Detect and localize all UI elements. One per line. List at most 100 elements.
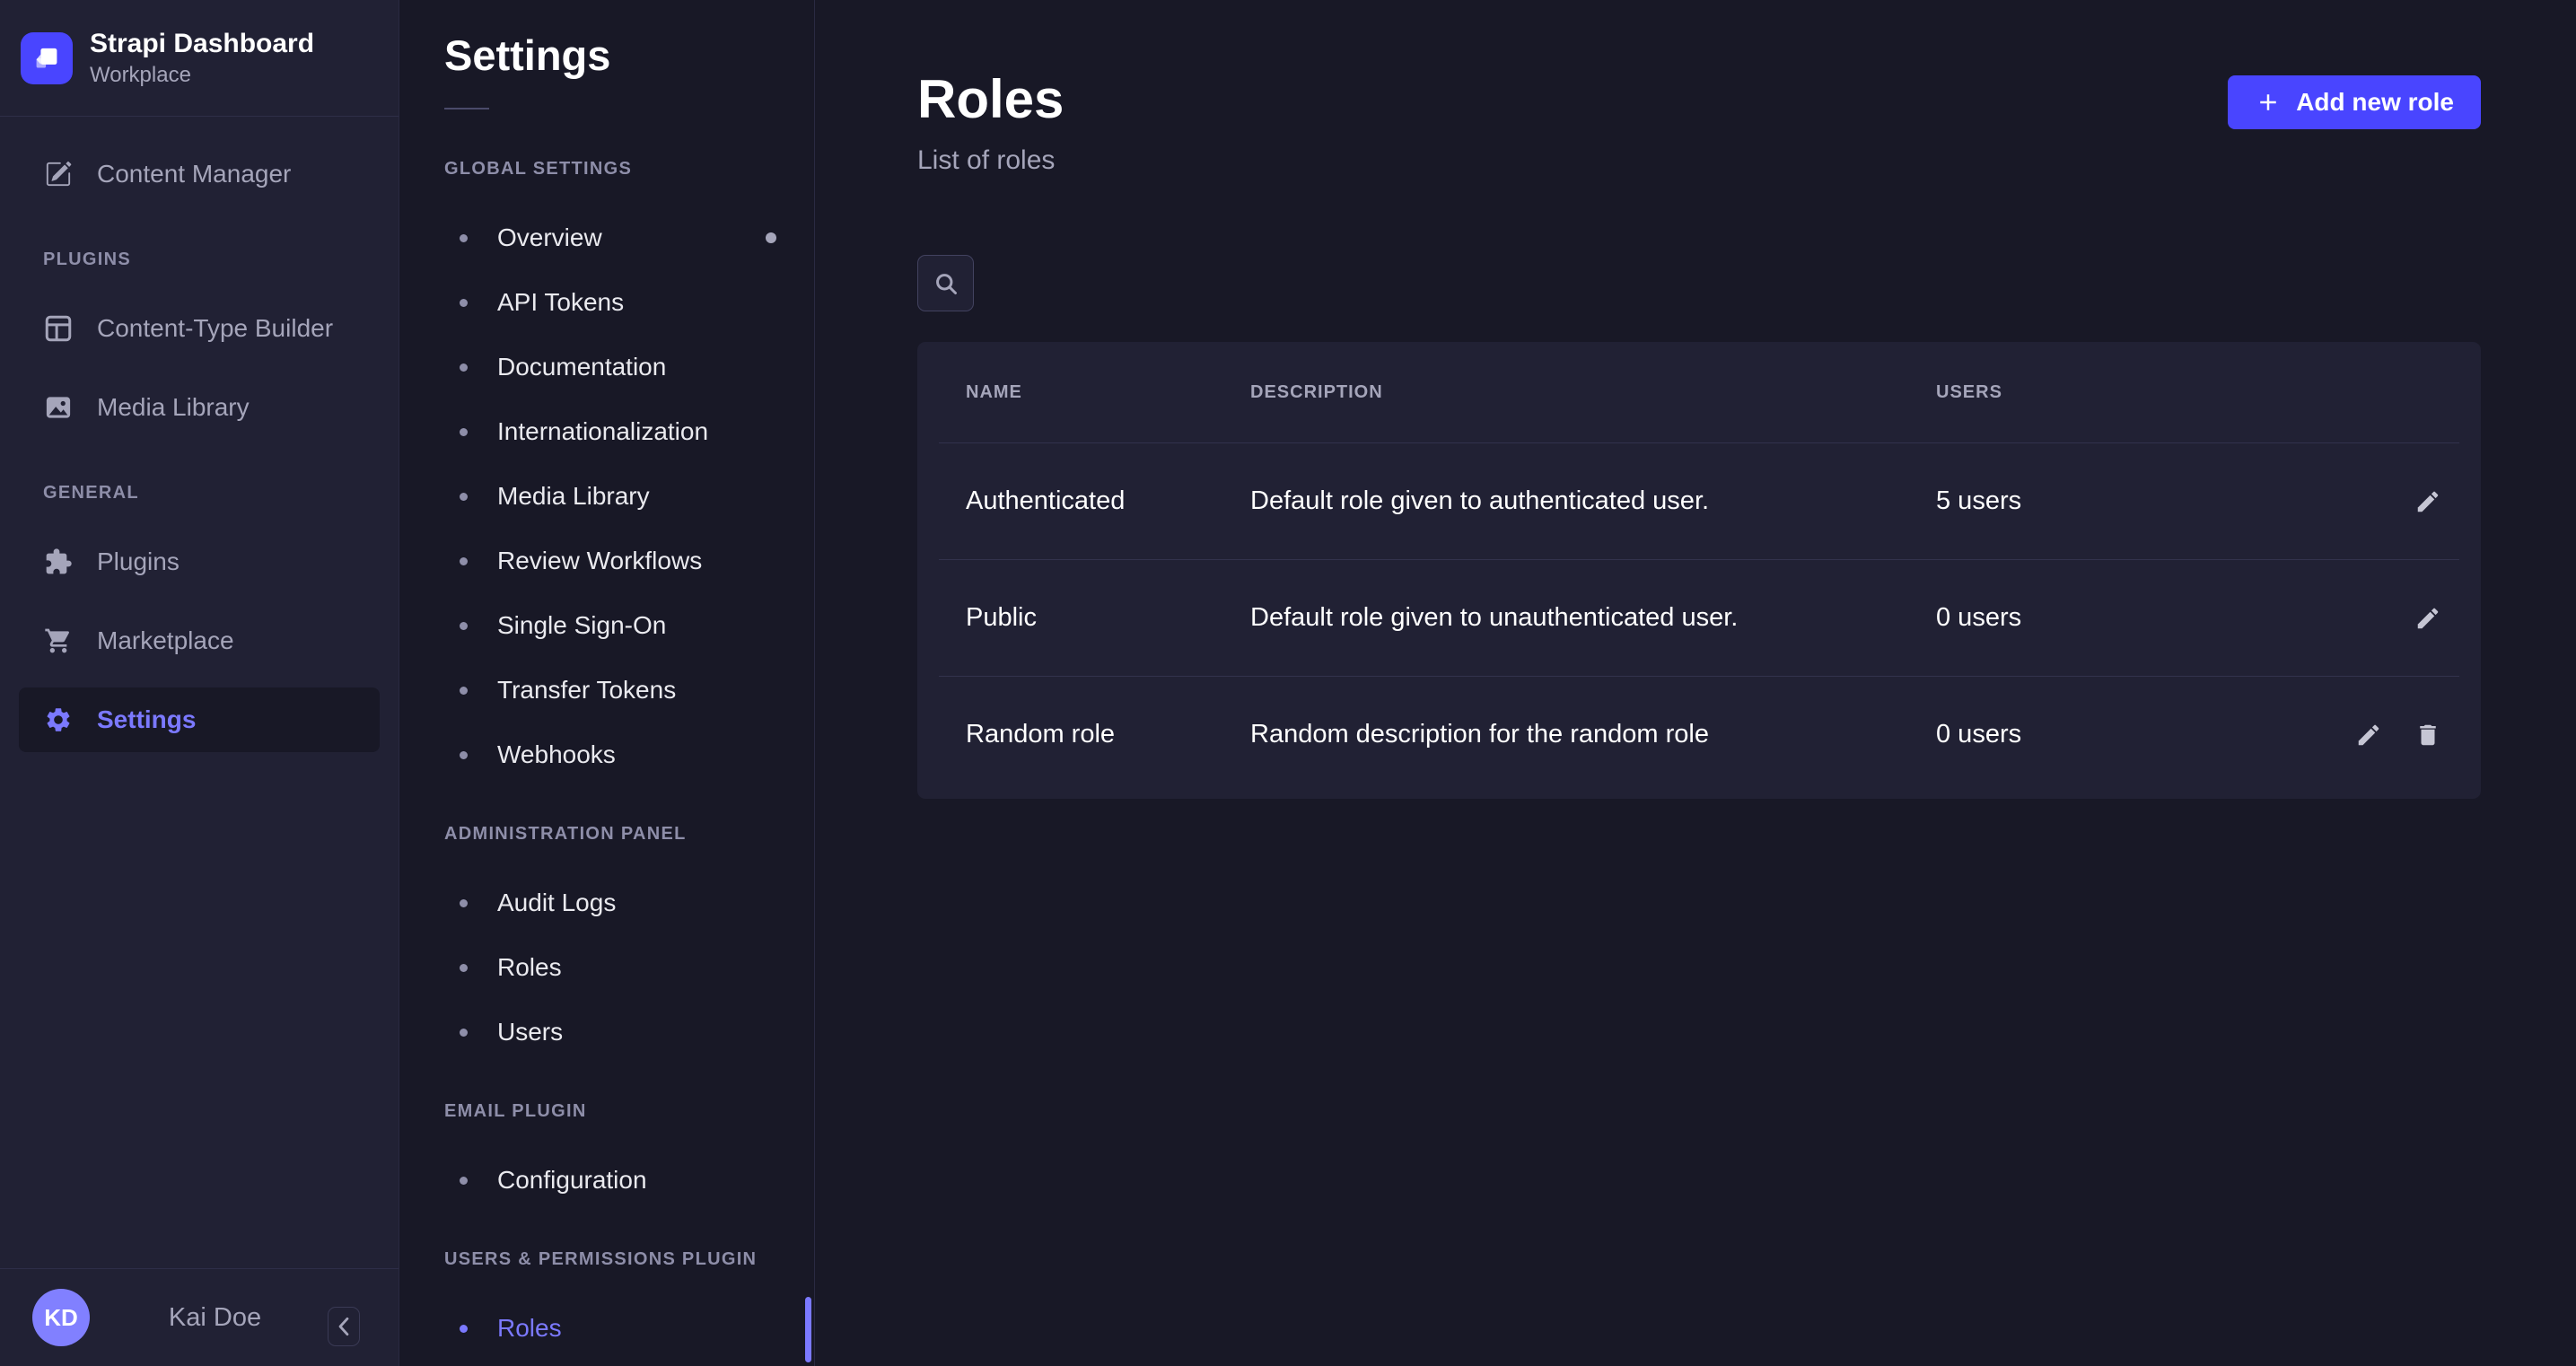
column-header-description: DESCRIPTION	[1250, 382, 1936, 403]
bullet-icon	[460, 964, 468, 972]
bullet-icon	[460, 234, 468, 242]
column-header-users: USERS	[1936, 382, 2301, 403]
role-users-count: 0 users	[1936, 720, 2301, 749]
subnav-item-overview[interactable]: Overview	[400, 206, 814, 270]
subnav-section-global-settings: GLOBAL SETTINGS	[444, 156, 814, 181]
role-description: Default role given to unauthenticated us…	[1250, 603, 1936, 633]
trash-icon	[2414, 722, 2441, 749]
subnav-item-api-tokens[interactable]: API Tokens	[400, 270, 814, 335]
roles-page: Roles List of roles Add new role NAME DE…	[816, 0, 2576, 1366]
subnav-item-label: Users	[497, 1018, 563, 1046]
nav-item-label: Media Library	[97, 393, 250, 422]
column-header-name: NAME	[939, 382, 1250, 403]
nav-section-general: GENERAL	[0, 480, 399, 505]
plus-icon	[2255, 89, 2282, 116]
user-row: KD Kai Doe	[0, 1268, 399, 1366]
subnav-item-documentation[interactable]: Documentation	[400, 335, 814, 399]
nav-item-marketplace[interactable]: Marketplace	[0, 609, 380, 673]
nav-item-label: Settings	[97, 705, 196, 734]
edit-role-button[interactable]	[2407, 481, 2449, 522]
puzzle-icon	[43, 547, 74, 577]
pencil-icon	[2414, 488, 2441, 515]
subnav-item-label: Roles	[497, 1314, 562, 1343]
nav-item-label: Content-Type Builder	[97, 314, 333, 343]
bullet-icon	[460, 899, 468, 907]
delete-role-button[interactable]	[2407, 714, 2449, 756]
pencil-icon	[2355, 722, 2382, 749]
nav-item-label: Content Manager	[97, 160, 291, 188]
nav-item-content-manager[interactable]: Content Manager	[0, 142, 380, 206]
nav-item-media-library[interactable]: Media Library	[0, 375, 380, 440]
subnav-section-administration-panel: ADMINISTRATION PANEL	[444, 821, 814, 846]
edit-role-button[interactable]	[2407, 598, 2449, 639]
chevron-left-icon	[340, 1318, 347, 1334]
search-button[interactable]	[917, 255, 974, 311]
main-nav-list: Content Manager PLUGINS Content-Type Bui…	[0, 117, 399, 1268]
subnav-item-admin-users[interactable]: Users	[400, 1000, 814, 1064]
bullet-icon	[460, 557, 468, 565]
role-users-count: 5 users	[1936, 486, 2301, 516]
settings-subnav: Settings GLOBAL SETTINGS Overview API To…	[400, 0, 815, 1366]
subnav-item-label: Roles	[497, 953, 562, 982]
strapi-logo-icon	[21, 32, 73, 84]
avatar[interactable]: KD	[32, 1289, 90, 1346]
shopping-cart-icon	[43, 626, 74, 656]
bullet-icon	[460, 299, 468, 307]
subnav-scrollbar-thumb[interactable]	[805, 1297, 811, 1362]
user-name: Kai Doe	[139, 1303, 291, 1333]
bullet-icon	[460, 1325, 468, 1333]
subnav-item-label: Overview	[497, 223, 602, 252]
gear-icon	[43, 705, 74, 735]
subnav-item-configuration[interactable]: Configuration	[400, 1148, 814, 1213]
subnav-item-label: Configuration	[497, 1166, 647, 1195]
subnav-item-webhooks[interactable]: Webhooks	[400, 722, 814, 787]
role-name: Authenticated	[939, 486, 1250, 516]
bullet-icon	[460, 1029, 468, 1037]
workspace-brand[interactable]: Strapi Dashboard Workplace	[0, 0, 399, 117]
role-name: Random role	[939, 720, 1250, 749]
brand-workspace: Workplace	[90, 63, 314, 88]
nav-item-content-type-builder[interactable]: Content-Type Builder	[0, 296, 380, 361]
subnav-item-label: Review Workflows	[497, 547, 702, 575]
nav-item-settings[interactable]: Settings	[19, 687, 380, 752]
bullet-icon	[460, 363, 468, 372]
bullet-icon	[460, 622, 468, 630]
role-users-count: 0 users	[1936, 603, 2301, 633]
subnav-item-review-workflows[interactable]: Review Workflows	[400, 529, 814, 593]
brand-title: Strapi Dashboard	[90, 29, 314, 59]
pencil-icon	[2414, 605, 2441, 632]
subnav-item-label: Media Library	[497, 482, 650, 511]
edit-role-button[interactable]	[2348, 714, 2389, 756]
layout-icon	[43, 313, 74, 344]
subnav-item-media-library[interactable]: Media Library	[400, 464, 814, 529]
nav-item-plugins[interactable]: Plugins	[0, 530, 380, 594]
subnav-item-label: Audit Logs	[497, 889, 616, 917]
table-row-public[interactable]: Public Default role given to unauthentic…	[939, 559, 2459, 676]
subnav-item-internationalization[interactable]: Internationalization	[400, 399, 814, 464]
add-new-role-label: Add new role	[2296, 88, 2454, 117]
subnav-item-admin-roles[interactable]: Roles	[400, 935, 814, 1000]
table-row-random-role[interactable]: Random role Random description for the r…	[939, 676, 2459, 792]
subnav-item-transfer-tokens[interactable]: Transfer Tokens	[400, 658, 814, 722]
subnav-item-audit-logs[interactable]: Audit Logs	[400, 871, 814, 935]
roles-table: NAME DESCRIPTION USERS Authenticated Def…	[917, 342, 2481, 799]
collapse-sidebar-button[interactable]	[328, 1307, 360, 1346]
bullet-icon	[460, 493, 468, 501]
pencil-square-icon	[43, 159, 74, 189]
bullet-icon	[460, 428, 468, 436]
search-icon	[933, 271, 959, 296]
subnav-item-single-sign-on[interactable]: Single Sign-On	[400, 593, 814, 658]
subnav-divider	[444, 108, 489, 109]
role-description: Random description for the random role	[1250, 720, 1936, 749]
bullet-icon	[460, 751, 468, 759]
bullet-icon	[460, 687, 468, 695]
add-new-role-button[interactable]: Add new role	[2228, 75, 2481, 129]
table-row-authenticated[interactable]: Authenticated Default role given to auth…	[939, 442, 2459, 559]
subnav-item-label: API Tokens	[497, 288, 624, 317]
nav-item-label: Plugins	[97, 547, 180, 576]
subnav-item-label: Single Sign-On	[497, 611, 666, 640]
nav-section-plugins: PLUGINS	[0, 247, 399, 272]
page-subtitle: List of roles	[917, 145, 1055, 176]
subnav-item-up-roles[interactable]: Roles	[400, 1296, 814, 1361]
subnav-section-users-permissions-plugin: USERS & PERMISSIONS PLUGIN	[444, 1247, 814, 1272]
